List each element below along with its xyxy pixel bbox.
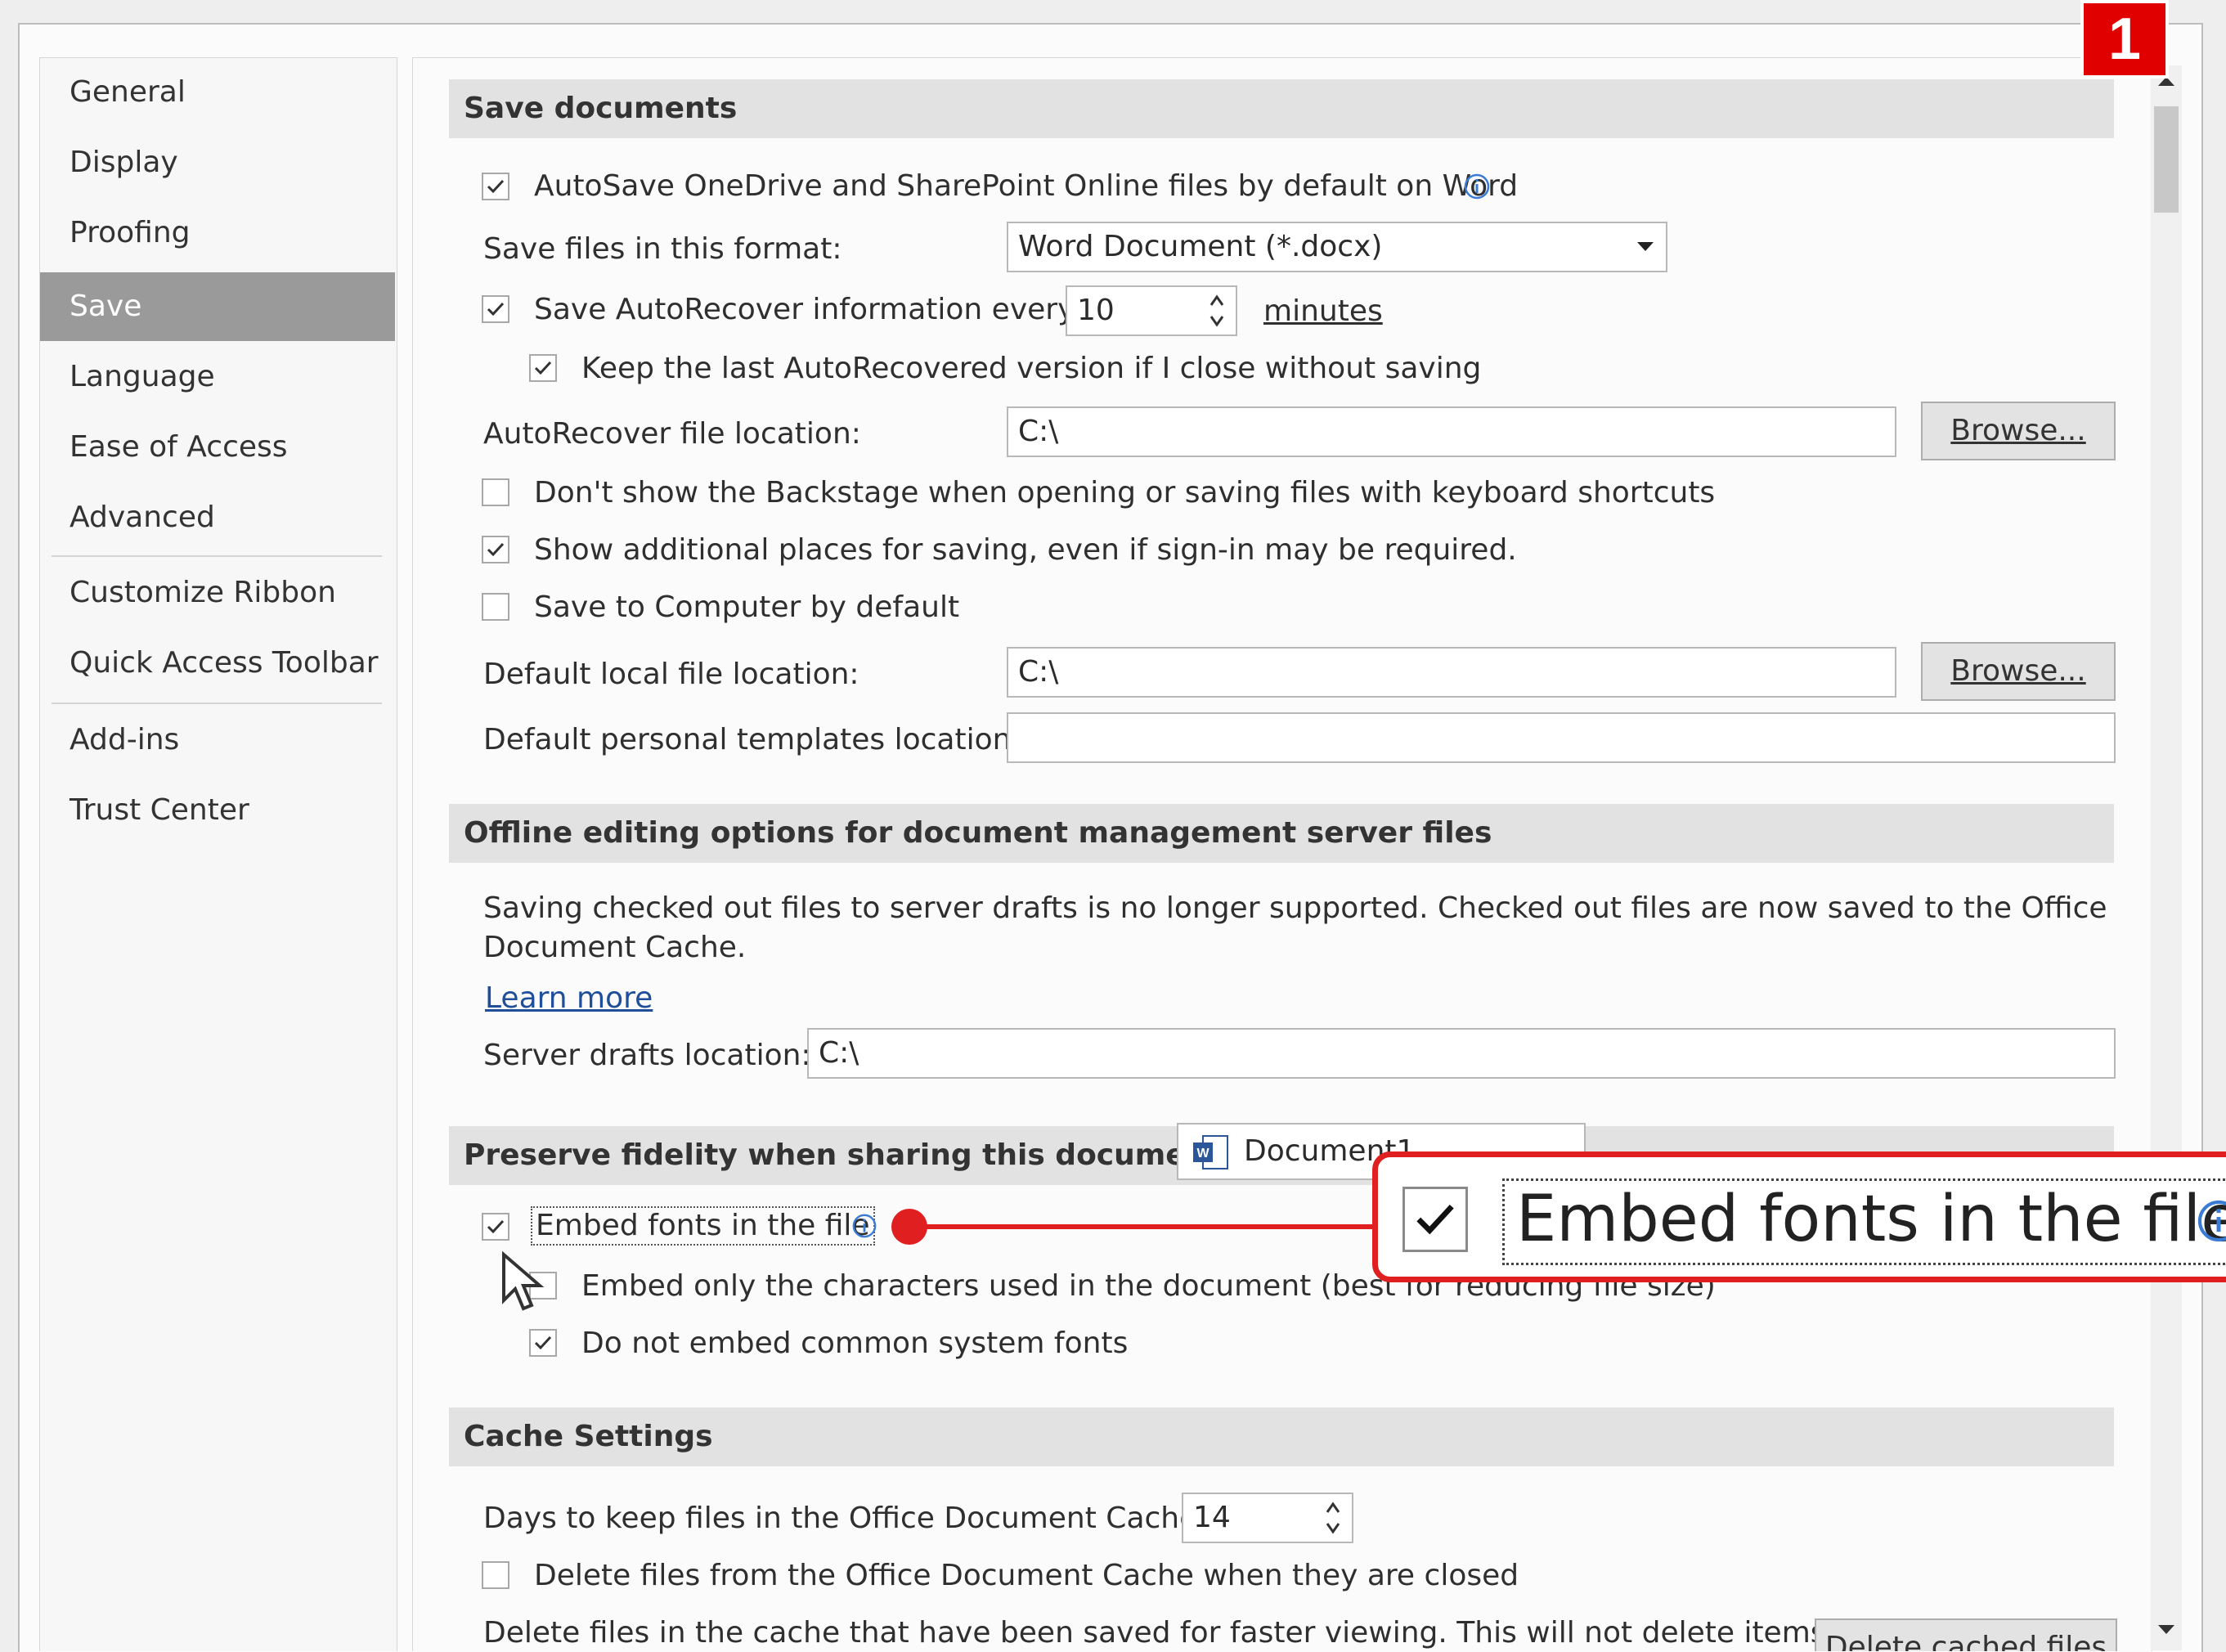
autorecover-browse-button[interactable]: Browse...	[1921, 402, 2116, 460]
save-format-value: Word Document (*.docx)	[1018, 230, 1383, 263]
default-local-input[interactable]: C:\	[1007, 647, 1896, 698]
nav-item-customize-ribbon[interactable]: Customize Ribbon	[40, 559, 395, 627]
minutes-label: minutes	[1263, 294, 1383, 328]
additional-places-label: Show additional places for saving, even …	[534, 533, 1517, 567]
autorecover-location-label: AutoRecover file location:	[483, 417, 861, 451]
keep-last-label: Keep the last AutoRecovered version if I…	[581, 352, 1482, 385]
save-format-label: Save files in this format:	[483, 232, 842, 266]
templates-label: Default personal templates location:	[483, 723, 1021, 756]
chevron-down-icon	[1637, 242, 1654, 251]
scroll-down-arrow-icon[interactable]	[2157, 1624, 2175, 1636]
callout-connector-line	[909, 1224, 1376, 1229]
section-title: Save documents	[464, 92, 738, 125]
section-save-documents: Save documents	[449, 79, 2114, 138]
no-backstage-label: Don't show the Backstage when opening or…	[534, 476, 1716, 510]
embed-fonts-checkbox[interactable]	[482, 1213, 509, 1241]
scrollbar-thumb[interactable]	[2154, 106, 2179, 213]
nav-item-save[interactable]: Save	[40, 272, 395, 341]
nav-item-language[interactable]: Language	[40, 343, 395, 411]
section-offline-editing: Offline editing options for document man…	[449, 804, 2114, 863]
autorecover-minutes-value: 10	[1077, 294, 1115, 327]
nav-item-ease-of-access[interactable]: Ease of Access	[40, 413, 395, 482]
delete-closed-label: Delete files from the Office Document Ca…	[534, 1559, 1519, 1592]
nav-divider	[52, 703, 382, 704]
mouse-cursor-icon	[502, 1251, 545, 1311]
callout-checkbox	[1402, 1187, 1468, 1252]
nav-item-trust-center[interactable]: Trust Center	[40, 776, 395, 845]
delete-closed-checkbox[interactable]	[482, 1561, 509, 1589]
no-backstage-checkbox[interactable]	[482, 478, 509, 506]
default-local-browse-button[interactable]: Browse...	[1921, 642, 2116, 701]
nav-item-general[interactable]: General	[40, 58, 395, 127]
section-cache-settings: Cache Settings	[449, 1407, 2114, 1466]
autorecover-location-input[interactable]: C:\	[1007, 406, 1896, 457]
options-content: Save documents AutoSave OneDrive and Sha…	[412, 57, 2152, 1651]
section-title: Preserve fidelity when sharing this docu…	[464, 1138, 1232, 1172]
nav-item-display[interactable]: Display	[40, 128, 395, 197]
nav-item-proofing[interactable]: Proofing	[40, 199, 395, 267]
keep-last-checkbox[interactable]	[529, 354, 557, 382]
autosave-checkbox[interactable]	[482, 173, 509, 200]
callout-label: Embed fonts in the file	[1502, 1178, 2226, 1265]
additional-places-checkbox[interactable]	[482, 536, 509, 563]
learn-more-link[interactable]: Learn more	[485, 981, 653, 1017]
delete-cache-description: Delete files in the cache that have been…	[483, 1616, 1826, 1650]
save-format-select[interactable]: Word Document (*.docx)	[1007, 222, 1667, 272]
zoom-callout: Embed fonts in the file	[1372, 1151, 2226, 1282]
offline-description-cont: Document Cache.	[483, 931, 747, 964]
spinner-arrows-icon[interactable]	[1324, 1499, 1342, 1537]
vertical-scrollbar[interactable]	[2151, 65, 2182, 1650]
nav-divider	[52, 555, 382, 557]
section-title: Cache Settings	[464, 1420, 713, 1453]
offline-description: Saving checked out files to server draft…	[483, 891, 2107, 925]
spinner-arrows-icon[interactable]	[1208, 292, 1226, 330]
cache-days-spinner[interactable]: 14	[1182, 1493, 1353, 1543]
no-common-fonts-checkbox[interactable]	[529, 1329, 557, 1357]
word-document-icon: W	[1193, 1135, 1228, 1169]
step-number-badge: 1	[2080, 0, 2169, 79]
save-to-computer-checkbox[interactable]	[482, 593, 509, 621]
nav-item-add-ins[interactable]: Add-ins	[40, 706, 395, 774]
server-drafts-input[interactable]: C:\	[807, 1028, 2116, 1079]
info-icon[interactable]	[1463, 173, 1491, 200]
default-local-label: Default local file location:	[483, 658, 859, 691]
options-nav: General Display Proofing Save Language E…	[39, 57, 397, 1651]
section-title: Offline editing options for document man…	[464, 816, 1492, 850]
autorecover-checkbox[interactable]	[482, 295, 509, 323]
templates-input[interactable]	[1007, 712, 2116, 763]
save-to-computer-label: Save to Computer by default	[534, 590, 960, 624]
info-icon	[2197, 1200, 2226, 1242]
checkmark-icon	[1416, 1204, 1454, 1235]
cache-days-label: Days to keep files in the Office Documen…	[483, 1502, 1208, 1535]
autorecover-label: Save AutoRecover information every	[534, 293, 1075, 326]
autorecover-minutes-spinner[interactable]: 10	[1066, 285, 1237, 336]
autosave-label: AutoSave OneDrive and SharePoint Online …	[534, 169, 1519, 203]
no-common-fonts-label: Do not embed common system fonts	[581, 1327, 1129, 1360]
svg-text:W: W	[1196, 1147, 1209, 1160]
nav-item-quick-access-toolbar[interactable]: Quick Access Toolbar	[40, 629, 395, 698]
nav-item-advanced[interactable]: Advanced	[40, 483, 395, 552]
info-icon[interactable]	[851, 1213, 877, 1239]
embed-fonts-label: Embed fonts in the file	[531, 1206, 875, 1246]
delete-cached-files-button[interactable]: Delete cached files	[1815, 1618, 2117, 1651]
cache-days-value: 14	[1193, 1501, 1231, 1534]
server-drafts-label: Server drafts location:	[483, 1039, 811, 1072]
